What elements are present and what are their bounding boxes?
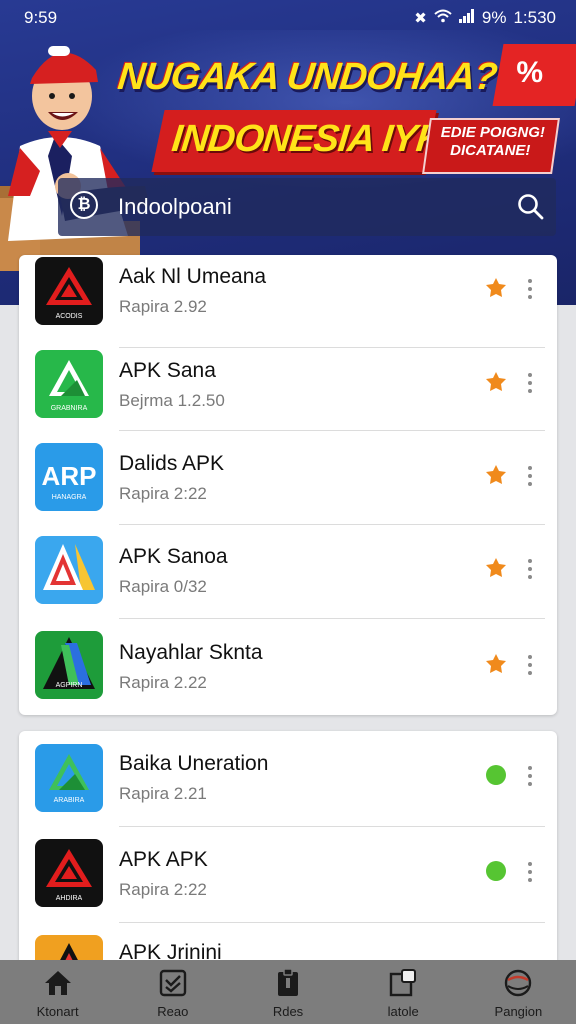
badge-icon — [485, 557, 507, 579]
list-item[interactable]: APK Sanoa Rapira 0/32 — [19, 525, 557, 619]
badge-icon — [485, 764, 507, 786]
percent-icon: % — [516, 56, 544, 89]
status-clock-right: 1:530 — [513, 8, 556, 27]
nav-item-home[interactable]: Ktonart — [0, 960, 115, 1024]
list-item[interactable]: ACODIS Aak Nl Umeana Rapira 2.92 — [19, 255, 557, 348]
nav-label: latole — [387, 1004, 419, 1019]
status-time: 9:59 — [24, 8, 58, 27]
app-icon-label: ARABIRA — [54, 797, 85, 804]
more-options-icon[interactable] — [524, 557, 536, 581]
app-list-card-secondary: ARABIRA Baika Uneration Rapira 2.21 AHDI… — [19, 731, 557, 971]
app-version: Rapira 0/32 — [119, 577, 207, 596]
checklist-icon — [158, 968, 188, 998]
list-item[interactable]: ARABIRA Baika Uneration Rapira 2.21 — [19, 731, 557, 827]
home-icon — [43, 968, 73, 998]
app-icon: ARABIRA — [35, 744, 103, 812]
app-icon: ARP HANAGRA — [35, 443, 103, 511]
nav-item-pangion[interactable]: Pangion — [461, 960, 576, 1024]
app-name: APK Sanoa — [119, 545, 228, 568]
window-icon — [388, 968, 418, 998]
app-icon-label: AGPIRN — [56, 682, 83, 689]
globe-icon — [503, 968, 533, 998]
svg-text:ARP: ARP — [42, 461, 97, 491]
search-icon[interactable] — [516, 192, 544, 220]
mute-icon: ✖ — [414, 10, 427, 27]
more-options-icon[interactable] — [524, 764, 536, 788]
app-version: Bejrma 1.2.50 — [119, 391, 225, 410]
bitcoin-icon: ₿ — [70, 191, 98, 219]
app-icon-label: GRABNIRA — [51, 405, 88, 412]
badge-icon — [485, 371, 507, 393]
nav-label: Rdes — [272, 1004, 304, 1019]
more-options-icon[interactable] — [524, 464, 536, 488]
nav-label: Ktonart — [36, 1004, 79, 1019]
list-item[interactable]: ARP HANAGRA Dalids APK Rapira 2:22 — [19, 431, 557, 525]
more-options-icon[interactable] — [524, 277, 536, 301]
app-name: Aak Nl Umeana — [119, 265, 267, 288]
app-name: APK APK — [119, 848, 208, 871]
more-options-icon[interactable] — [524, 860, 536, 884]
badge-icon — [485, 653, 507, 675]
clipboard-icon — [273, 968, 303, 998]
app-name: APK Sana — [119, 359, 216, 382]
app-icon: AGPIRN — [35, 631, 103, 699]
signal-icon — [458, 9, 475, 27]
banner-subhead: INDONESIA IYK — [169, 118, 445, 160]
app-icon-label: HANAGRA — [52, 494, 87, 501]
app-name: Dalids APK — [119, 452, 225, 475]
app-version: Rapira 2:22 — [119, 484, 207, 503]
app-list-card-primary: ACODIS Aak Nl Umeana Rapira 2.92 GRABNIR… — [19, 255, 557, 715]
app-icon-label: ACODIS — [56, 313, 83, 320]
promo-tag[interactable]: EDIE POIGNG! DICATANE! — [422, 118, 560, 174]
bottom-navigation: Ktonart Reao Rdes latole Pangion — [0, 960, 576, 1024]
status-bar: 9:59 ✖ 9% 1:530 — [0, 0, 576, 36]
badge-icon — [485, 464, 507, 486]
app-version: Rapira 2.22 — [119, 673, 207, 692]
banner-headline: NUGAKA UNDOHAA? — [115, 56, 499, 98]
app-version: Rapira 2:22 — [119, 880, 207, 899]
search-input[interactable]: Indoolpoani — [118, 194, 232, 220]
app-name: Baika Uneration — [119, 752, 269, 775]
more-options-icon[interactable] — [524, 371, 536, 395]
nav-label: Pangion — [494, 1004, 543, 1019]
search-bar[interactable]: ₿ Indoolpoani — [58, 178, 556, 236]
promo-line-2: DICATANE! — [450, 142, 531, 159]
app-icon: GRABNIRA — [35, 350, 103, 418]
app-name: Nayahlar Sknta — [119, 641, 263, 664]
more-options-icon[interactable] — [524, 653, 536, 677]
nav-item-latole[interactable]: latole — [346, 960, 461, 1024]
wifi-icon — [434, 9, 452, 27]
battery-percent: 9% — [481, 8, 507, 27]
nav-label: Reao — [157, 1004, 189, 1019]
promo-line-1: EDIE POIGNG! — [440, 124, 545, 141]
nav-item-reao[interactable]: Reao — [115, 960, 230, 1024]
app-icon — [35, 536, 103, 604]
nav-item-rdes[interactable]: Rdes — [230, 960, 345, 1024]
discount-flag[interactable]: % — [492, 44, 576, 106]
badge-icon — [485, 860, 507, 882]
app-icon: AHDIRA — [35, 839, 103, 907]
app-icon: ACODIS — [35, 257, 103, 325]
badge-icon — [485, 277, 507, 299]
app-icon-label: AHDIRA — [56, 895, 83, 902]
app-version: Rapira 2.21 — [119, 784, 207, 803]
app-version: Rapira 2.92 — [119, 297, 207, 316]
list-item[interactable]: AGPIRN Nayahlar Sknta Rapira 2.22 — [19, 619, 557, 715]
list-item[interactable]: AHDIRA APK APK Rapira 2:22 — [19, 827, 557, 923]
list-item[interactable]: GRABNIRA APK Sana Bejrma 1.2.50 — [19, 337, 557, 431]
